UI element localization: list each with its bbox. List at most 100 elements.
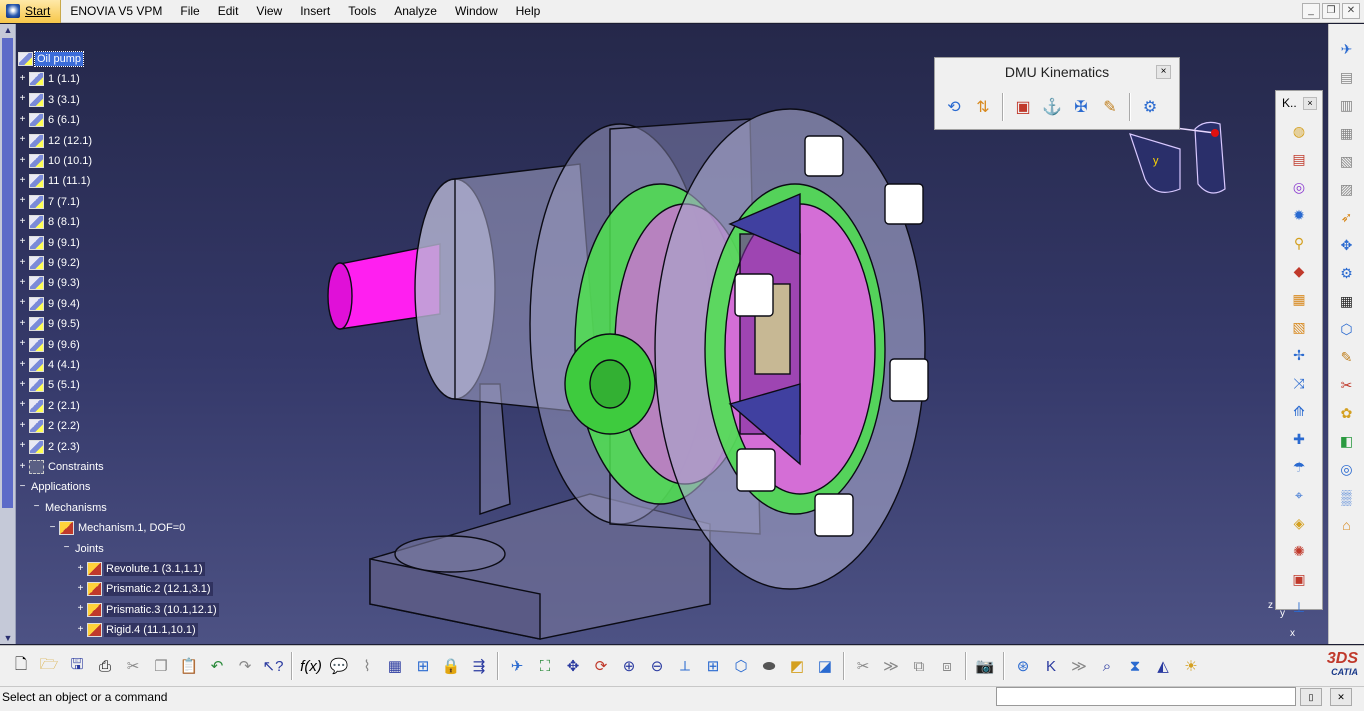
roll-curve-joint-icon[interactable]: ◈ <box>1287 511 1311 536</box>
tree-node-part[interactable]: +6 (6.1) <box>18 111 82 129</box>
prismatic-joint-icon[interactable]: ▤ <box>1287 147 1311 172</box>
tree-node-part[interactable]: +9 (9.6) <box>18 336 82 354</box>
menu-enovia[interactable]: ENOVIA V5 VPM <box>61 4 171 18</box>
gear-joint-icon[interactable]: ⤨ <box>1287 371 1311 396</box>
restore-button[interactable]: ❐ <box>1322 3 1340 19</box>
expand-toggle-icon[interactable]: + <box>18 420 27 431</box>
tree-node-joint[interactable]: + Revolute.1 (3.1,1.1) <box>76 560 205 578</box>
whats-this-icon[interactable]: ↖? <box>260 652 286 680</box>
zoom-in-icon[interactable]: ⊕ <box>616 652 642 680</box>
menu-tools[interactable]: Tools <box>339 4 385 18</box>
section-icon[interactable]: ⧉ <box>906 652 932 680</box>
expand-toggle-icon[interactable]: + <box>76 624 85 635</box>
menu-file[interactable]: File <box>171 4 208 18</box>
expand-toggle-icon[interactable]: + <box>18 461 27 472</box>
tree-node-part[interactable]: +8 (8.1) <box>18 213 82 231</box>
catalog-icon[interactable]: ✿ <box>1333 400 1361 426</box>
expand-toggle-icon[interactable]: + <box>18 237 27 247</box>
expand-toggle-icon[interactable]: + <box>18 298 27 308</box>
expand-toggle-icon[interactable]: + <box>18 359 27 370</box>
fixed-joint-icon[interactable]: ▣ <box>1287 567 1311 592</box>
tree-node-part[interactable]: +2 (2.1) <box>18 397 82 415</box>
point-surface-joint-icon[interactable]: ✺ <box>1287 539 1311 564</box>
close-window-button[interactable]: ✕ <box>1342 3 1360 19</box>
tree-node-mechanisms[interactable]: − Mechanisms <box>32 499 109 517</box>
simulation-icon[interactable]: ⟲ <box>941 94 967 120</box>
stop-manipulate-icon[interactable]: ⬡ <box>1333 316 1361 342</box>
status-close-button[interactable]: ✕ <box>1330 688 1352 706</box>
expand-toggle-icon[interactable]: + <box>18 73 27 84</box>
expand-toggle-icon[interactable]: + <box>18 400 27 410</box>
expand-toggle-icon[interactable]: + <box>18 114 27 125</box>
simulation-commands-icon[interactable]: ⇅ <box>970 94 996 120</box>
compass-tool-icon[interactable]: ⊛ <box>1010 652 1036 680</box>
expand-toggle-icon[interactable]: + <box>76 604 85 614</box>
power-input-button[interactable]: ▯ <box>1300 688 1322 706</box>
print-icon[interactable]: ⎙ <box>92 652 118 680</box>
tree-node-joints[interactable]: − Joints <box>62 540 106 558</box>
hide-show-icon[interactable]: ◩ <box>784 652 810 680</box>
expand-toggle-icon[interactable]: + <box>18 318 27 329</box>
catalog-browser-icon[interactable]: ⊞ <box>410 652 436 680</box>
normal-view-icon[interactable]: ⟂ <box>672 652 698 680</box>
copy-icon[interactable]: ❐ <box>148 652 174 680</box>
scroll-up-icon[interactable]: ▲ <box>1 24 15 36</box>
tree-node-part[interactable]: +10 (10.1) <box>18 152 94 170</box>
expand-toggle-icon[interactable]: − <box>62 543 71 553</box>
expand-toggle-icon[interactable]: + <box>18 277 27 288</box>
next-icon[interactable]: ≫ <box>1066 652 1092 680</box>
product-structure-icon[interactable]: ▤ <box>1333 64 1361 90</box>
sensor-icon[interactable]: ▒ <box>1333 484 1361 510</box>
light-icon[interactable]: ☀ <box>1178 652 1204 680</box>
knowledge-advisor-icon[interactable]: ⇶ <box>466 652 492 680</box>
select-icon[interactable]: ➶ <box>1333 204 1361 230</box>
expand-toggle-icon[interactable]: − <box>32 502 41 512</box>
workbench-icon[interactable]: ✈ <box>1333 36 1361 62</box>
comment-icon[interactable]: 💬 <box>326 652 352 680</box>
tree-node-part[interactable]: +1 (1.1) <box>18 70 82 88</box>
update-icon[interactable]: ◧ <box>1333 428 1361 454</box>
expand-toggle-icon[interactable]: + <box>76 583 85 594</box>
expand-toggle-icon[interactable]: + <box>18 379 27 390</box>
rigid-joint-icon[interactable]: ▦ <box>1287 287 1311 312</box>
tree-node-part[interactable]: +11 (11.1) <box>18 172 92 190</box>
open-file-icon[interactable]: 🗁 <box>36 652 62 680</box>
tree-node-part[interactable]: +9 (9.5) <box>18 315 82 333</box>
tree-node-mechanism[interactable]: − Mechanism.1, DOF=0 <box>48 519 187 537</box>
compare-icon[interactable]: ⧈ <box>934 652 960 680</box>
tree-node-applications[interactable]: − Applications <box>18 478 92 496</box>
tree-node-joint[interactable]: + Prismatic.3 (10.1,12.1) <box>76 601 219 619</box>
fix-component-icon[interactable]: ✂ <box>1333 372 1361 398</box>
swept-volume-icon[interactable]: ◎ <box>1333 456 1361 482</box>
menu-insert[interactable]: Insert <box>291 4 339 18</box>
k-toolbar-close-button[interactable]: × <box>1303 96 1317 110</box>
capture-icon[interactable]: 📷 <box>972 652 998 680</box>
expand-toggle-icon[interactable]: + <box>18 257 27 268</box>
expand-toggle-icon[interactable]: + <box>18 441 27 451</box>
tree-node-part[interactable]: +2 (2.3) <box>18 438 82 456</box>
distance-icon[interactable]: ≫ <box>878 652 904 680</box>
expand-toggle-icon[interactable]: + <box>18 216 27 227</box>
render-icon[interactable]: ◭ <box>1150 652 1176 680</box>
tree-node-part[interactable]: +12 (12.1) <box>18 132 94 150</box>
fly-mode-icon[interactable]: ✈ <box>504 652 530 680</box>
universal-joint-icon[interactable]: ▧ <box>1287 315 1311 340</box>
tree-node-part[interactable]: +9 (9.2) <box>18 254 82 272</box>
menu-window[interactable]: Window <box>446 4 507 18</box>
speed-acceleration-icon[interactable]: ✎ <box>1097 94 1123 120</box>
knowledge-icon[interactable]: ⌂ <box>1333 512 1361 538</box>
revolute-joint-icon[interactable]: ◍ <box>1287 119 1311 144</box>
tree-node-part[interactable]: +3 (3.1) <box>18 91 82 109</box>
expand-toggle-icon[interactable]: + <box>76 563 85 574</box>
rack-joint-icon[interactable]: ⟰ <box>1287 399 1311 424</box>
manipulation-icon[interactable]: ✥ <box>1333 232 1361 258</box>
expand-toggle-icon[interactable]: + <box>18 135 27 145</box>
tree-node-part[interactable]: +5 (5.1) <box>18 376 82 394</box>
new-file-icon[interactable]: 🗋 <box>8 652 34 680</box>
fixed-part-icon[interactable]: ✠ <box>1068 94 1094 120</box>
mechanism-analysis-icon[interactable]: ⚙ <box>1137 94 1163 120</box>
cut-icon[interactable]: ✂ <box>120 652 146 680</box>
tree-node-part[interactable]: +9 (9.4) <box>18 295 82 313</box>
constraint-icon[interactable]: ✎ <box>1333 344 1361 370</box>
3d-viewport[interactable]: ▲ ▼ y z y x Oil pump + 1 (1.1) + 3 (3.1)… <box>0 24 1328 644</box>
